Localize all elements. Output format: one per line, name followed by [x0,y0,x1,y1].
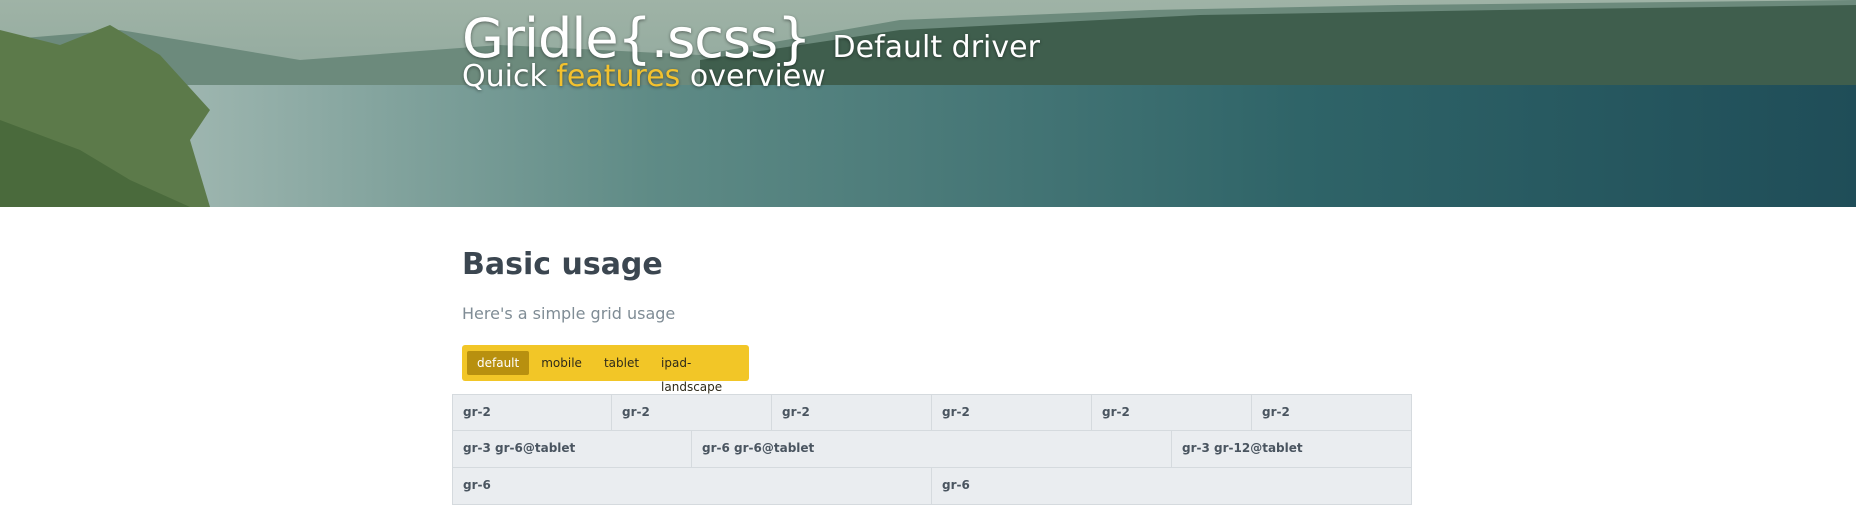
grid-cell: gr-6 [932,468,1412,505]
hero-banner: Gridle{.scss} Default driver Quick featu… [0,0,1856,207]
tab-default[interactable]: default [467,351,530,375]
section-lead: Here's a simple grid usage [462,304,676,323]
hero-subtitle: Quick features overview [462,62,1040,92]
tab-mobile[interactable]: mobile [531,351,592,375]
demo-grid: gr-2 gr-2 gr-2 gr-2 gr-2 gr-2 gr-3 gr-6@… [452,394,1412,505]
grid-cell: gr-6 gr-6@tablet [692,431,1172,468]
grid-row-3: gr-6 gr-6 [452,468,1412,505]
tab-tablet[interactable]: tablet [594,351,649,375]
grid-cell: gr-2 [772,394,932,431]
grid-row-2: gr-3 gr-6@tablet gr-6 gr-6@tablet gr-3 g… [452,431,1412,468]
grid-cell: gr-2 [932,394,1092,431]
subtitle-pre: Quick [462,59,557,94]
section-heading: Basic usage [462,247,663,282]
grid-row-1: gr-2 gr-2 gr-2 gr-2 gr-2 gr-2 [452,394,1412,431]
grid-cell: gr-2 [1252,394,1412,431]
grid-cell: gr-3 gr-6@tablet [452,431,692,468]
hero-title-block: Gridle{.scss} Default driver Quick featu… [462,8,1040,92]
grid-cell: gr-6 [452,468,932,505]
driver-label: Default driver [832,30,1040,65]
grid-cell: gr-2 [1092,394,1252,431]
grid-cell: gr-2 [612,394,772,431]
subtitle-post: overview [680,59,826,94]
grid-cell: gr-3 gr-12@tablet [1172,431,1412,468]
grid-cell: gr-2 [452,394,612,431]
tab-ipad-landscape[interactable]: ipad-landscape [651,351,747,394]
subtitle-highlight: features [556,59,681,94]
main-content: Basic usage Here's a simple grid usage [462,245,1412,325]
breakpoint-tabs: default mobile tablet ipad-landscape [462,345,749,394]
